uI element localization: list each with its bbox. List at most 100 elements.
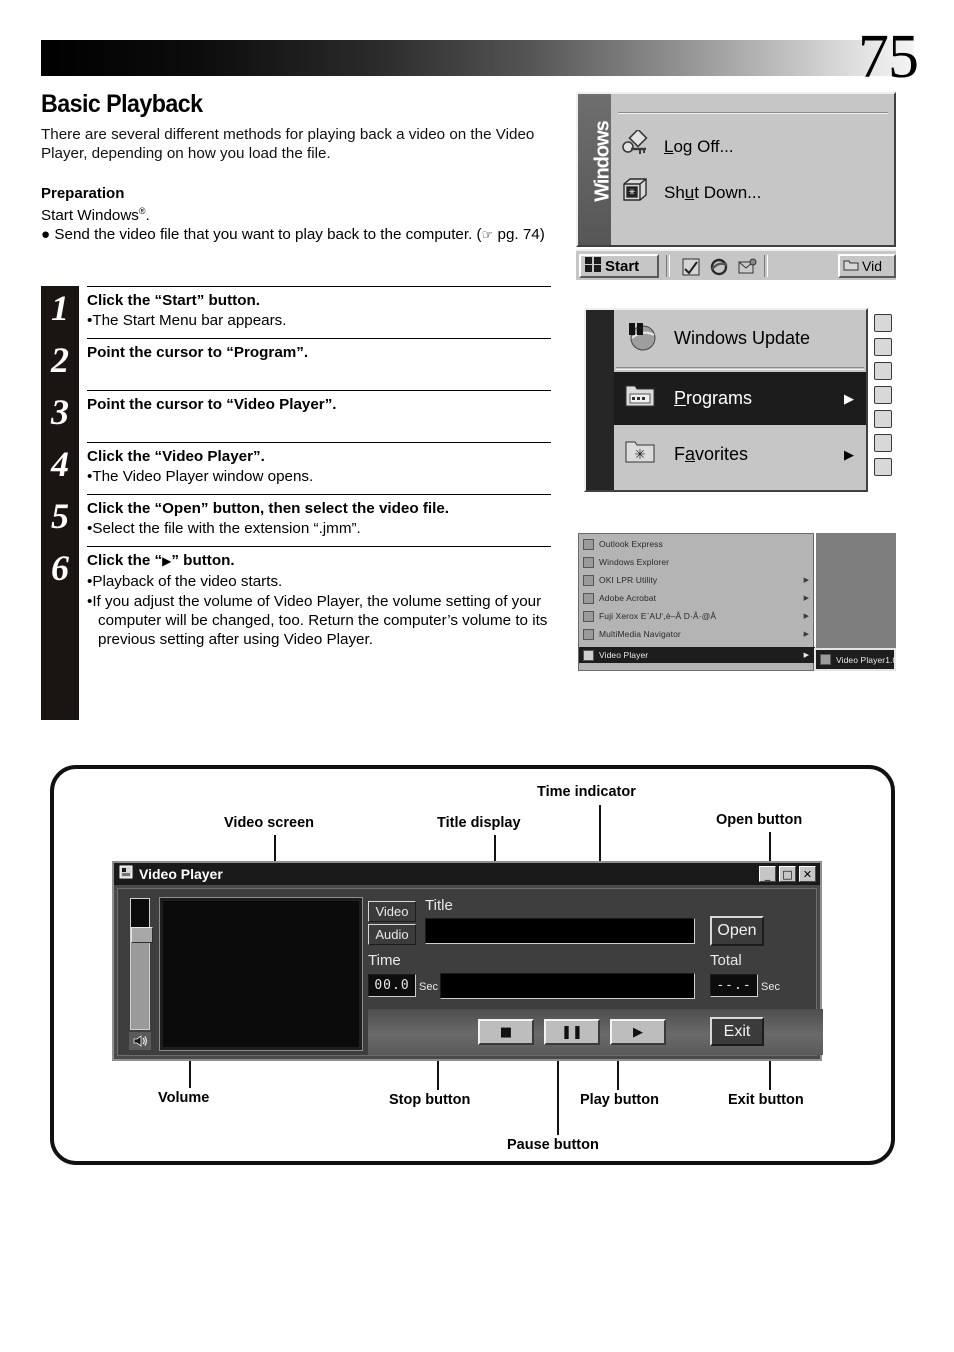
chevron-right-icon: ▶ xyxy=(844,390,854,406)
step-number: 1 xyxy=(41,286,79,338)
taskbar-window-label: Vid xyxy=(862,258,882,274)
chevron-right-icon: ▶ xyxy=(803,613,809,620)
page-reference: pg. 74) xyxy=(497,226,545,244)
folder-icon xyxy=(583,592,594,604)
program-item-adobe-acrobat[interactable]: Adobe Acrobat ▶ xyxy=(579,590,815,606)
programs-folder-icon xyxy=(624,381,658,416)
stop-button[interactable]: ■ xyxy=(478,1019,534,1045)
step-note: •Playback of the video starts. xyxy=(87,573,283,590)
time-value: 00.0 xyxy=(368,974,416,997)
windows-update-icon xyxy=(624,319,658,358)
program-item-multimedia-navigator[interactable]: MultiMedia Navigator ▶ xyxy=(579,626,815,642)
submenu-item-video-player-1-0[interactable]: Video Player1.0 xyxy=(814,648,896,671)
preparation-bullet: ● Send the video file that you want to p… xyxy=(41,226,545,244)
step-note: •The Video Player window opens. xyxy=(87,468,314,485)
video-screen xyxy=(159,897,363,1051)
tab-video[interactable]: Video xyxy=(368,901,416,922)
registered-mark: ® xyxy=(138,206,146,216)
maximize-button[interactable]: □ xyxy=(779,866,796,882)
document-icon xyxy=(874,362,892,380)
program-item-outlook-express[interactable]: Outlook Express xyxy=(579,536,815,552)
page-title: Basic Playback xyxy=(41,90,203,118)
taskbar-window-button[interactable]: Vid xyxy=(838,254,896,278)
windows-explorer-icon xyxy=(583,556,594,568)
chevron-right-icon: ▶ xyxy=(803,652,809,659)
step-note-text: Playback of the video starts. xyxy=(92,573,283,590)
callout-video-screen: Video screen xyxy=(224,815,315,831)
open-button[interactable]: Open xyxy=(710,916,764,946)
favorites-folder-icon: ✳ xyxy=(624,437,658,472)
total-unit-label: Sec xyxy=(761,981,780,993)
folder-icon xyxy=(583,574,594,586)
menu-item-label: Programs xyxy=(674,388,753,408)
video-player-window: Video Player _ □ ✕ Video Audio Title Ope… xyxy=(112,861,823,1061)
header-gradient-band xyxy=(41,40,914,76)
menu-item-label: Log Off... xyxy=(664,136,734,156)
callout-pause-button: Pause button xyxy=(507,1137,599,1153)
step-number: 6 xyxy=(41,546,79,657)
callout-stop-button: Stop button xyxy=(389,1092,471,1108)
program-item-label: Video Player xyxy=(599,650,649,660)
step-number: 3 xyxy=(41,390,79,442)
document-icon xyxy=(874,434,892,452)
transport-bar: ■ ❚❚ ▶ Exit xyxy=(368,1009,823,1055)
program-item-windows-explorer[interactable]: Windows Explorer xyxy=(579,554,815,570)
document-icon xyxy=(874,410,892,428)
step-note-text: If you adjust the volume of Video Player… xyxy=(92,593,548,648)
step-note: •If you adjust the volume of Video Playe… xyxy=(87,593,548,648)
play-button[interactable]: ▶ xyxy=(610,1019,666,1045)
menu-item-favorites[interactable]: ✳ Favorites ▶ xyxy=(614,428,866,481)
step-item: 6 Click the “▶” button. •Playback of the… xyxy=(41,546,551,657)
windows-banner: Windows xyxy=(578,94,614,245)
program-item-label: OKI LPR Utility xyxy=(599,575,658,585)
article-column: Basic Playback There are several differe… xyxy=(41,90,551,245)
program-item-oki-lpr-utility[interactable]: OKI LPR Utility ▶ xyxy=(579,572,815,588)
tab-audio[interactable]: Audio xyxy=(368,924,416,945)
step-title-suffix: ” button. xyxy=(171,552,235,569)
program-item-fuji-xerox[interactable]: Fuji Xerox E¨AU‘,è–Å D·Å·@Å ▶ xyxy=(579,608,815,624)
play-triangle-icon: ▶ xyxy=(162,554,172,568)
pause-button[interactable]: ❚❚ xyxy=(544,1019,600,1045)
submenu-backdrop xyxy=(816,533,896,648)
outlook-express-icon[interactable] xyxy=(737,257,757,277)
start-button[interactable]: Start xyxy=(579,254,659,278)
preparation-text: Start Windows xyxy=(41,207,139,225)
menu-item-programs[interactable]: Programs ▶ xyxy=(614,372,866,425)
volume-slider-thumb[interactable] xyxy=(131,927,153,943)
minimize-button[interactable]: _ xyxy=(759,866,776,882)
time-indicator-bar xyxy=(440,973,695,999)
chevron-right-icon: ▶ xyxy=(844,446,854,462)
volume-slider-track[interactable] xyxy=(130,898,153,1030)
video-player-app-icon xyxy=(119,865,133,884)
speaker-icon[interactable] xyxy=(129,1032,151,1050)
internet-explorer-icon[interactable] xyxy=(709,257,729,277)
menu-item-log-off[interactable]: Log Off... xyxy=(620,128,734,163)
time-unit-label: Sec xyxy=(419,981,438,993)
screenshot-start-menu: Windows Log Off... ✳ Shut Down... Start … xyxy=(576,92,896,280)
show-desktop-icon[interactable] xyxy=(681,257,701,277)
program-item-video-player[interactable]: Video Player ▶ xyxy=(579,647,815,663)
total-label: Total xyxy=(710,952,742,969)
shutdown-icon: ✳ xyxy=(620,176,650,209)
program-item-label: Windows Explorer xyxy=(599,557,670,567)
volume-control[interactable] xyxy=(128,898,154,1050)
pointing-hand-icon: ☞ xyxy=(481,228,494,244)
chevron-right-icon: ▶ xyxy=(803,577,809,584)
menu-separator xyxy=(616,367,864,370)
menu-item-label: Windows Update xyxy=(674,328,811,348)
step-number: 4 xyxy=(41,442,79,494)
step-item: 1 Click the “Start” button. •The Start M… xyxy=(41,286,551,338)
close-button[interactable]: ✕ xyxy=(799,866,816,882)
preparation-period: . xyxy=(145,207,150,225)
menu-item-shut-down[interactable]: ✳ Shut Down... xyxy=(620,176,761,209)
callout-play-button: Play button xyxy=(580,1092,659,1108)
step-note: •The Start Menu bar appears. xyxy=(87,312,287,329)
step-number: 2 xyxy=(41,338,79,390)
key-icon xyxy=(620,128,650,163)
taskbar-divider xyxy=(666,255,670,277)
menu-item-windows-update[interactable]: Windows Update xyxy=(614,312,866,365)
step-note: •Select the file with the extension “.jm… xyxy=(87,520,361,537)
exit-button[interactable]: Exit xyxy=(710,1017,764,1046)
windows-banner xyxy=(586,310,614,490)
folder-icon xyxy=(583,610,594,622)
